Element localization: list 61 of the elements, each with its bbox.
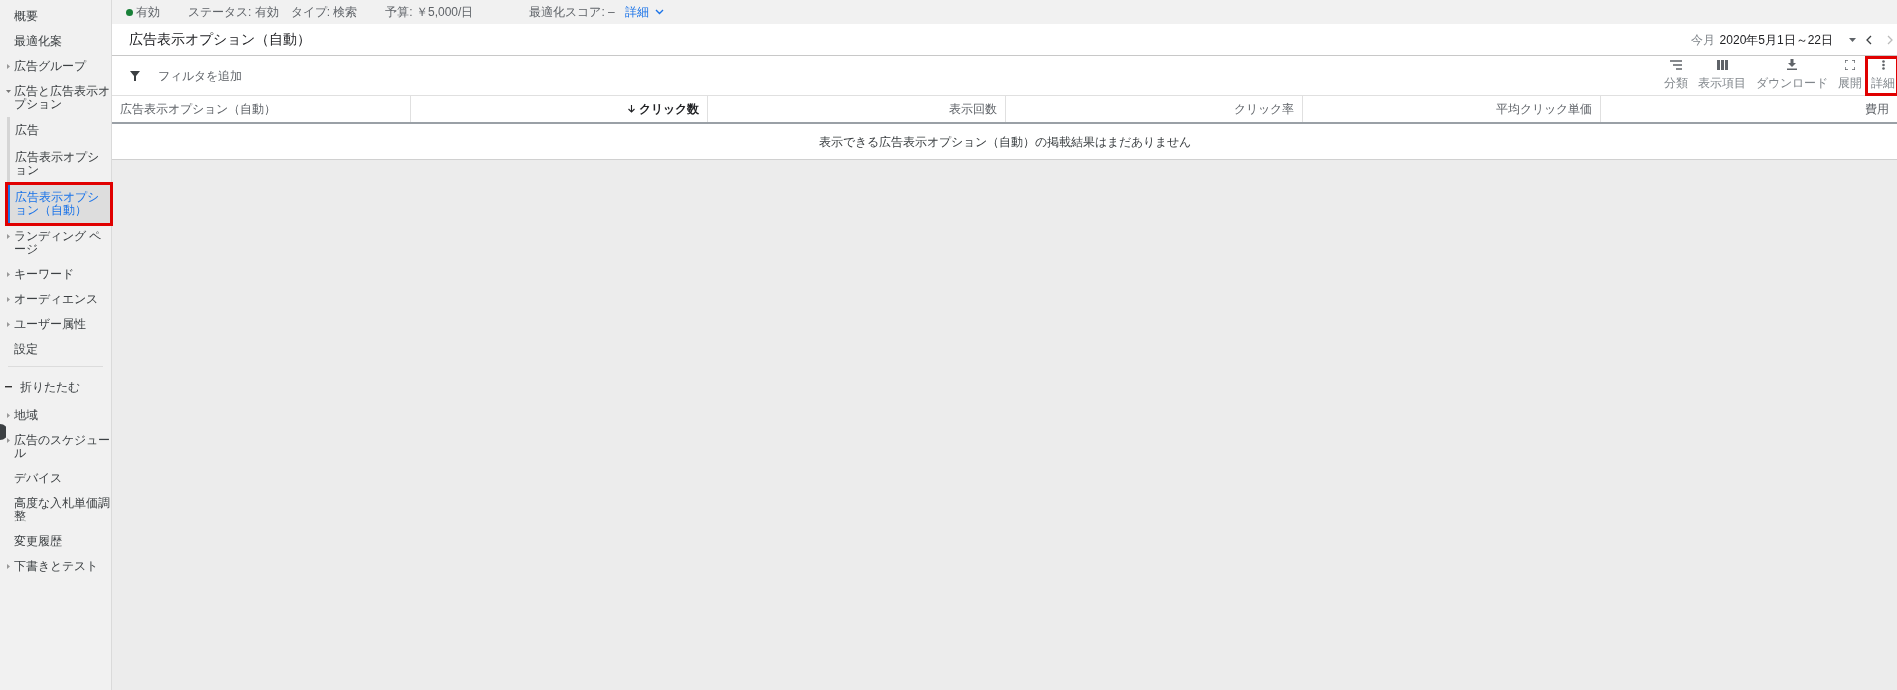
sidebar-item[interactable]: 広告表示オプション <box>7 144 111 184</box>
caret-right-icon <box>6 322 11 327</box>
floating-button-icon[interactable] <box>0 424 6 440</box>
column-header[interactable]: クリック数 <box>409 96 707 122</box>
filter-icon[interactable] <box>130 70 140 81</box>
columns-icon <box>1716 59 1728 70</box>
lines-icon <box>1670 59 1682 70</box>
column-header[interactable]: 表示回数 <box>707 96 1005 122</box>
minus-icon <box>5 386 12 388</box>
status-info: タイプ: 検索 <box>290 4 358 21</box>
arrow-down-icon <box>628 105 635 113</box>
status-info: 最適化スコア: – <box>529 4 615 21</box>
sidebar-item[interactable]: 変更履歴 <box>6 529 111 554</box>
more-icon <box>1881 59 1885 70</box>
fullscreen-icon <box>1845 59 1855 70</box>
sidebar-item[interactable]: 広告のスケジュール <box>6 428 111 466</box>
caret-down-icon[interactable] <box>1849 37 1856 42</box>
toolbar-button[interactable]: 展開 <box>1833 59 1867 92</box>
column-header[interactable]: クリック率 <box>1004 96 1302 122</box>
sidebar-item[interactable]: ユーザー属性 <box>6 312 111 337</box>
toolbar-button[interactable]: 分類 <box>1659 59 1693 92</box>
column-header[interactable]: 平均クリック単価 <box>1302 96 1600 122</box>
chevron-left-icon[interactable] <box>1866 34 1872 45</box>
caret-right-icon <box>6 564 11 569</box>
page-title: 広告表示オプション（自動） <box>129 30 311 49</box>
caret-right-icon <box>6 64 11 69</box>
caret-right-icon <box>6 234 11 239</box>
toolbar-button[interactable]: 詳細 <box>1867 57 1897 94</box>
toolbar-button[interactable]: 表示項目 <box>1693 59 1751 92</box>
sidebar-item[interactable]: 概要 <box>6 4 111 29</box>
status-info: ステータス: 有効 <box>188 4 279 21</box>
sidebar-item[interactable]: 高度な入札単価調整 <box>6 491 111 529</box>
empty-message: 表示できる広告表示オプション（自動）の掲載結果はまだありません <box>818 133 1191 151</box>
download-icon <box>1787 59 1797 70</box>
sidebar-item[interactable]: 最適化案 <box>6 29 111 54</box>
status-info: 予算: ￥5,000/日 <box>385 4 474 21</box>
sidebar-item[interactable]: 広告 <box>7 117 111 144</box>
caret-right-icon <box>6 272 11 277</box>
caret-right-icon <box>6 297 11 302</box>
column-header[interactable]: 広告表示オプション（自動） <box>112 96 410 122</box>
chevron-down-icon <box>654 9 664 15</box>
details-link[interactable]: 詳細 <box>624 3 664 21</box>
sidebar-item[interactable]: 地域 <box>6 403 111 428</box>
caret-down-icon <box>6 90 11 94</box>
sidebar-item[interactable]: キーワード <box>6 262 111 287</box>
sidebar-item[interactable]: デバイス <box>6 466 111 491</box>
sidebar-item[interactable]: ランディング ページ <box>6 224 111 262</box>
sidebar-item[interactable]: 設定 <box>6 337 111 362</box>
add-filter-button[interactable]: フィルタを追加 <box>158 66 242 85</box>
sidebar-item[interactable]: 広告と広告表示オプション <box>6 79 111 117</box>
collapse-toggle[interactable]: 折りたたむ <box>0 371 111 403</box>
column-header[interactable]: 費用 <box>1599 96 1897 122</box>
sidebar-item[interactable]: オーディエンス <box>6 287 111 312</box>
date-range-value[interactable]: 2020年5月1日～22日 <box>1719 30 1833 49</box>
toolbar-button[interactable]: ダウンロード <box>1751 59 1833 92</box>
caret-right-icon <box>6 438 11 443</box>
sidebar-item[interactable]: 下書きとテスト <box>6 554 111 579</box>
caret-right-icon <box>6 413 11 418</box>
date-range-label: 今月 <box>1690 31 1715 49</box>
sidebar-item[interactable]: 広告グループ <box>6 54 111 79</box>
status-text: 有効 <box>136 4 160 21</box>
